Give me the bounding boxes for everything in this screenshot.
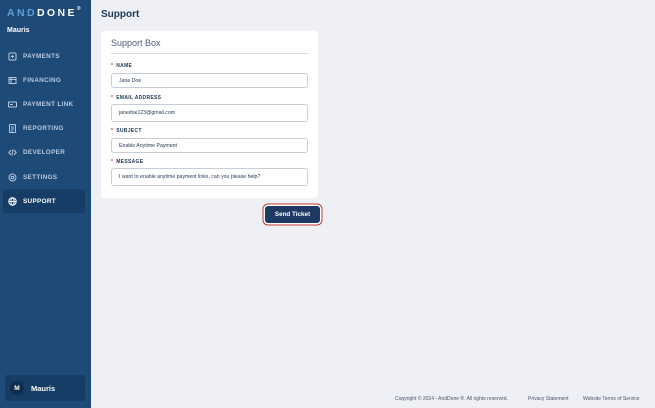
send-ticket-button[interactable]: Send Ticket (265, 206, 320, 223)
avatar: M (10, 381, 24, 395)
sidebar-item-label: SETTINGS (23, 173, 58, 181)
sidebar-item-reporting[interactable]: REPORTING (0, 117, 91, 141)
sidebar-item-label: DEVELOPER (23, 149, 66, 157)
subject-label: * SUBJECT (111, 128, 142, 134)
email-label-text: EMAIL ADDRESS (116, 95, 162, 101)
code-icon (8, 148, 17, 157)
divider (111, 53, 308, 54)
sidebar-item-label: PAYMENTS (23, 52, 60, 60)
payment-link-icon (8, 100, 17, 109)
subject-field[interactable] (111, 138, 308, 153)
anddone-logo[interactable]: ANDDONE® (7, 6, 81, 19)
user-name: Mauris (31, 383, 56, 393)
email-field[interactable] (111, 104, 308, 122)
sidebar-nav: PAYMENTS FINANCING PAYMENT LINK REPORTIN… (0, 44, 91, 214)
required-mark: * (111, 159, 114, 165)
org-name: Mauris (7, 27, 30, 34)
sidebar-item-label: REPORTING (23, 125, 64, 133)
logo-right-text: DONE (36, 7, 77, 19)
sidebar-item-label: SUPPORT (23, 197, 56, 205)
logo-registered-mark: ® (76, 6, 81, 12)
user-menu[interactable]: M Mauris (5, 375, 85, 401)
email-label: * EMAIL ADDRESS (111, 95, 161, 101)
name-label: * NAME (111, 63, 132, 69)
sidebar: ANDDONE® Mauris PAYMENTS FINANCING PAYME… (0, 0, 91, 408)
sidebar-item-payment-link[interactable]: PAYMENT LINK (0, 92, 91, 116)
message-field[interactable] (111, 168, 308, 186)
page-title: Support (101, 9, 140, 20)
message-label: * MESSAGE (111, 159, 143, 165)
required-mark: * (111, 128, 114, 134)
support-box-title: Support Box (111, 38, 161, 48)
footer-copyright: Copyright © 2024 - AndDone ®. All rights… (395, 396, 508, 402)
required-mark: * (111, 63, 114, 69)
name-label-text: NAME (116, 63, 133, 69)
sidebar-item-settings[interactable]: SETTINGS (0, 165, 91, 189)
sidebar-item-support[interactable]: SUPPORT (3, 189, 85, 214)
subject-label-text: SUBJECT (116, 128, 142, 134)
sidebar-item-developer[interactable]: DEVELOPER (0, 141, 91, 165)
gear-icon (8, 173, 17, 182)
sidebar-item-financing[interactable]: FINANCING (0, 68, 91, 92)
sidebar-item-payments[interactable]: PAYMENTS (0, 44, 91, 68)
message-label-text: MESSAGE (116, 159, 144, 165)
globe-icon (8, 197, 17, 206)
sidebar-item-label: PAYMENT LINK (23, 100, 74, 108)
terms-of-service-link[interactable]: Website Terms of Service (583, 396, 640, 402)
payments-icon (8, 52, 17, 61)
name-field[interactable] (111, 73, 308, 88)
reporting-icon (8, 124, 17, 134)
support-box-card: Support Box *NAME *EMAIL ADDRESS *SUBJEC… (101, 31, 318, 198)
privacy-statement-link[interactable]: Privacy Statement (528, 396, 569, 402)
required-mark: * (111, 95, 114, 101)
logo-left-text: AND (7, 7, 37, 19)
financing-icon (8, 76, 17, 85)
sidebar-item-label: FINANCING (23, 76, 62, 84)
